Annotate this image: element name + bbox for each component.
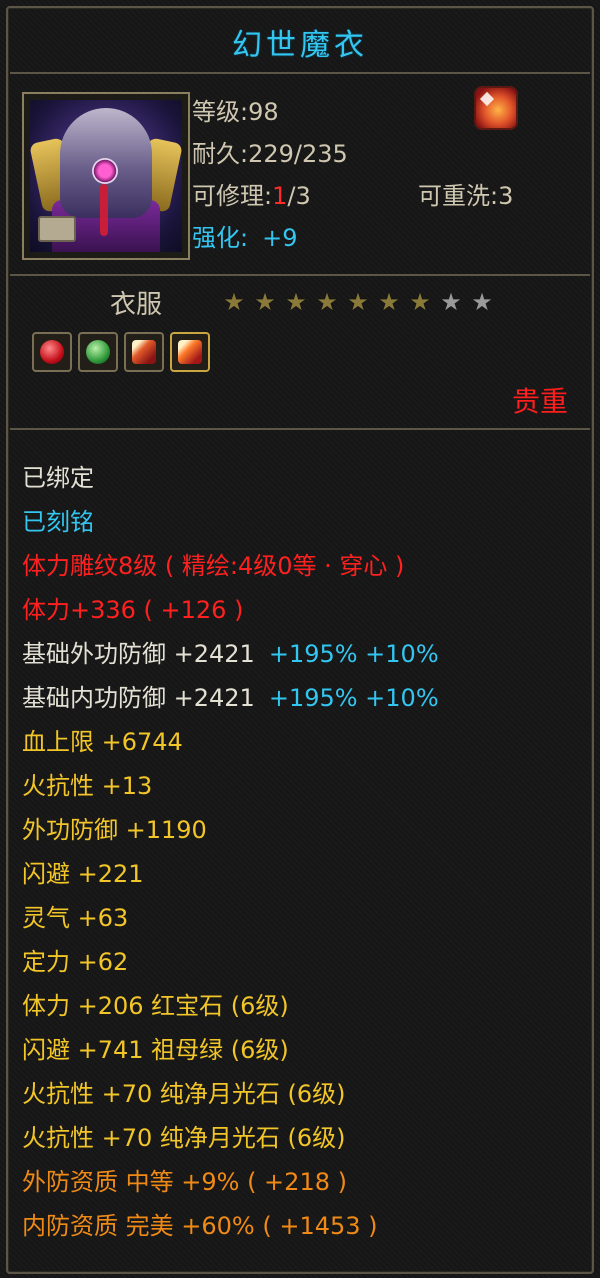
star-filled-icon: ★ <box>254 288 276 316</box>
attribute-line: 定力 +62 <box>22 948 129 976</box>
attribute-line: 内防资质 完美 +60% ( +1453 ) <box>22 1212 378 1240</box>
attribute-list: 已绑定已刻铭体力雕纹8级 ( 精绘:4级0等 · 穿心 ) 体力+336 ( +1… <box>22 456 582 1248</box>
attribute-line: 体力雕纹8级 ( 精绘:4级0等 · 穿心 ) <box>22 552 405 580</box>
attribute-bonus: +195% +10% <box>268 684 439 712</box>
robe-portrait-icon <box>30 100 182 252</box>
repair-line: 可修理:1/3 <box>192 176 311 211</box>
rarity-label: 贵重 <box>511 385 568 418</box>
attribute-line: 火抗性 +70 纯净月光石 (6级) <box>22 1124 346 1152</box>
attribute-line: 火抗性 +70 纯净月光石 (6级) <box>22 1080 346 1108</box>
level-line: 等级:98 <box>192 92 279 127</box>
tooltip-header: 幻世魔衣 <box>10 12 590 74</box>
attribute-main: 基础外功防御 +2421 <box>22 640 255 668</box>
repair-label: 可修理 <box>192 182 264 210</box>
level-label: 等级 <box>192 98 240 126</box>
item-type-section: 衣服 ★ ★ ★ ★ ★ ★ ★ ★ ★ 贵重 <box>10 276 590 430</box>
item-name: 幻世魔衣 <box>232 28 368 63</box>
attribute-line: 外防资质 中等 +9% ( +218 ) <box>22 1168 347 1196</box>
star-empty-icon: ★ <box>471 288 493 316</box>
attribute-bonus: +195% +10% <box>268 640 439 668</box>
star-filled-icon: ★ <box>378 288 400 316</box>
enhance-value: +9 <box>262 224 298 252</box>
repair-max: /3 <box>287 182 311 210</box>
portrait-eye <box>92 158 118 184</box>
repair-used: 1 <box>272 182 288 210</box>
emerald-gem-icon[interactable] <box>78 332 118 372</box>
moonstone-gem-icon[interactable] <box>170 332 210 372</box>
rewash-value: :3 <box>490 182 514 210</box>
star-filled-icon: ★ <box>409 288 431 316</box>
level-value: :98 <box>240 98 279 126</box>
repair-sep: : <box>264 182 273 210</box>
moonstone-gem-icon[interactable] <box>124 332 164 372</box>
flame-emblem-icon <box>476 88 516 128</box>
durability-value: :229/235 <box>240 140 348 168</box>
star-empty-icon: ★ <box>440 288 462 316</box>
gem-sockets <box>32 332 210 372</box>
attribute-main: 基础内功防御 +2421 <box>22 684 255 712</box>
item-info-section: 等级:98 耐久:229/235 可修理:1/3 可重洗:3 强化: +9 <box>10 80 590 276</box>
star-filled-icon: ★ <box>316 288 338 316</box>
enhance-line: 强化: +9 <box>192 218 297 253</box>
attribute-line: 体力+336 ( +126 ) <box>22 596 244 624</box>
star-filled-icon: ★ <box>285 288 307 316</box>
attribute-line: 外功防御 +1190 <box>22 816 207 844</box>
attribute-line: 闪避 +221 <box>22 860 144 888</box>
badge-spark <box>479 91 495 107</box>
star-filled-icon: ★ <box>223 288 245 316</box>
bound-lock-icon <box>38 216 76 242</box>
ruby-gem-icon[interactable] <box>32 332 72 372</box>
attribute-line: 体力 +206 红宝石 (6级) <box>22 992 289 1020</box>
item-type: 衣服 <box>110 290 163 320</box>
enhance-label: 强化: <box>192 224 249 252</box>
durability-line: 耐久:229/235 <box>192 134 348 169</box>
item-tooltip: 幻世魔衣 等级:98 耐久:229/235 可修理:1/3 可重洗:3 强化: … <box>0 0 600 1278</box>
portrait-tongue <box>100 184 108 236</box>
attribute-line: 已绑定 <box>22 464 94 492</box>
item-portrait-frame[interactable] <box>22 92 190 260</box>
rewash-line: 可重洗:3 <box>418 176 513 211</box>
attribute-line: 火抗性 +13 <box>22 772 153 800</box>
attribute-line: 灵气 +63 <box>22 904 129 932</box>
durability-label: 耐久 <box>192 140 240 168</box>
attribute-line: 已刻铭 <box>22 508 94 536</box>
attribute-line: 基础外功防御 +2421 +195% +10% <box>22 632 582 676</box>
rewash-label: 可重洗 <box>418 182 490 210</box>
attribute-line: 基础内功防御 +2421 +195% +10% <box>22 676 582 720</box>
star-rating: ★ ★ ★ ★ ★ ★ ★ ★ ★ <box>222 290 494 314</box>
attribute-line: 闪避 +741 祖母绿 (6级) <box>22 1036 289 1064</box>
star-filled-icon: ★ <box>347 288 369 316</box>
attribute-line: 血上限 +6744 <box>22 728 183 756</box>
